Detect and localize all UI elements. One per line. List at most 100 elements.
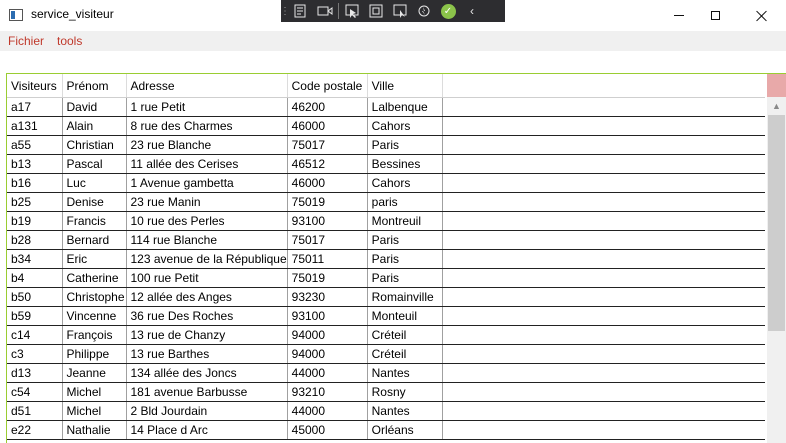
column-header-code-postale[interactable]: Code postale [287, 74, 368, 98]
adresse-cell[interactable]: 100 rue Petit [126, 268, 288, 288]
table-row[interactable]: d13 Jeanne 134 allée des Joncs 44000 Nantes [7, 363, 766, 383]
column-header-adresse[interactable]: Adresse [126, 74, 288, 98]
prenom-cell[interactable]: Alain [62, 116, 127, 136]
prenom-cell[interactable]: Vincenne [62, 306, 127, 326]
prenom-cell[interactable]: Christophe [62, 287, 127, 307]
prenom-cell[interactable]: François [62, 325, 127, 345]
table-row[interactable]: b34 Eric 123 avenue de la République 75011 P… [7, 249, 766, 269]
live-visual-tree-icon[interactable] [289, 0, 313, 22]
prenom-cell[interactable]: Luc [62, 173, 127, 193]
table-row[interactable]: b59 Vincenne 36 rue Des Roches 93100 Monteui… [7, 306, 766, 326]
prenom-cell[interactable]: Michel [62, 382, 127, 402]
code-postale-cell[interactable]: 93100 [287, 211, 368, 231]
visiteur-cell[interactable]: a17 [7, 97, 63, 117]
adresse-cell[interactable]: 114 rue Blanche [126, 230, 288, 250]
ville-cell[interactable]: Paris [367, 135, 443, 155]
adresse-cell[interactable]: 123 avenue de la République [126, 249, 288, 269]
table-row[interactable]: c14 François 13 rue de Chanzy 94000 Créteil [7, 325, 766, 345]
adresse-cell[interactable]: 11 allée des Cerises [126, 154, 288, 174]
table-row[interactable]: b4 Catherine 100 rue Petit 75019 Paris [7, 268, 766, 288]
select-element-icon[interactable] [340, 0, 364, 22]
code-postale-cell[interactable]: 93210 [287, 382, 368, 402]
visiteur-cell[interactable]: b28 [7, 230, 63, 250]
code-postale-cell[interactable]: 44000 [287, 363, 368, 383]
prenom-cell[interactable]: Pascal [62, 154, 127, 174]
display-adorners-icon[interactable] [364, 0, 388, 22]
prenom-cell[interactable]: Denise [62, 192, 127, 212]
code-postale-cell[interactable]: 75011 [287, 249, 368, 269]
prenom-cell[interactable]: David [62, 97, 127, 117]
ville-cell[interactable]: Paris [367, 230, 443, 250]
ville-cell[interactable]: Nantes [367, 401, 443, 421]
visitors-data-grid[interactable]: Visiteurs Prénom Adresse Code postale Vi… [6, 73, 786, 443]
adresse-cell[interactable]: 13 rue Barthes [126, 344, 288, 364]
visiteur-cell[interactable]: b59 [7, 306, 63, 326]
adresse-cell[interactable]: 2 Bld Jourdain [126, 401, 288, 421]
table-row[interactable]: b13 Pascal 11 allée des Cerises 46512 Bessin… [7, 154, 766, 174]
visiteur-cell[interactable]: b34 [7, 249, 63, 269]
ville-cell[interactable]: Cahors [367, 173, 443, 193]
table-row[interactable]: c3 Philippe 13 rue Barthes 94000 Créteil [7, 344, 766, 364]
table-row[interactable]: a55 Christian 23 rue Blanche 75017 Paris [7, 135, 766, 155]
prenom-cell[interactable]: Nathalie [62, 420, 127, 440]
ville-cell[interactable]: Cahors [367, 116, 443, 136]
vertical-scrollbar[interactable]: ▲ [767, 74, 786, 443]
code-postale-cell[interactable]: 46200 [287, 97, 368, 117]
track-focus-icon[interactable] [388, 0, 412, 22]
ville-cell[interactable]: Orléans [367, 420, 443, 440]
adresse-cell[interactable]: 134 allée des Joncs [126, 363, 288, 383]
prenom-cell[interactable]: Philippe [62, 344, 127, 364]
visiteur-cell[interactable]: b50 [7, 287, 63, 307]
video-icon[interactable] [313, 0, 337, 22]
code-postale-cell[interactable]: 75019 [287, 268, 368, 288]
adresse-cell[interactable]: 8 rue des Charmes [126, 116, 288, 136]
adresse-cell[interactable]: 36 rue Des Roches [126, 306, 288, 326]
scrollbar-thumb[interactable] [768, 115, 785, 331]
table-row[interactable]: a17 David 1 rue Petit 46200 Lalbenque [7, 97, 766, 117]
adresse-cell[interactable]: 23 rue Blanche [126, 135, 288, 155]
menu-tools[interactable]: tools [57, 34, 82, 48]
code-postale-cell[interactable]: 46000 [287, 116, 368, 136]
ville-cell[interactable]: Nantes [367, 363, 443, 383]
code-postale-cell[interactable]: 75017 [287, 230, 368, 250]
code-postale-cell[interactable]: 45000 [287, 420, 368, 440]
visiteur-cell[interactable]: e22 [7, 420, 63, 440]
scroll-up-icon[interactable]: ▲ [767, 97, 786, 114]
prenom-cell[interactable]: Michel [62, 401, 127, 421]
code-postale-cell[interactable]: 46512 [287, 154, 368, 174]
ville-cell[interactable]: Bessines [367, 154, 443, 174]
table-row[interactable]: d51 Michel 2 Bld Jourdain 44000 Nantes [7, 401, 766, 421]
table-row[interactable]: b28 Bernard 114 rue Blanche 75017 Paris [7, 230, 766, 250]
table-row[interactable]: b16 Luc 1 Avenue gambetta 46000 Cahors [7, 173, 766, 193]
visiteur-cell[interactable]: b4 [7, 268, 63, 288]
adresse-cell[interactable]: 10 rue des Perles [126, 211, 288, 231]
table-row[interactable]: e22 Nathalie 14 Place d Arc 45000 Orléans [7, 420, 766, 440]
ville-cell[interactable]: Paris [367, 268, 443, 288]
column-header-prenom[interactable]: Prénom [62, 74, 127, 98]
code-postale-cell[interactable]: 93100 [287, 306, 368, 326]
visiteur-cell[interactable]: a55 [7, 135, 63, 155]
code-postale-cell[interactable]: 94000 [287, 344, 368, 364]
visiteur-cell[interactable]: c54 [7, 382, 63, 402]
adresse-cell[interactable]: 14 Place d Arc [126, 420, 288, 440]
visiteur-cell[interactable]: b19 [7, 211, 63, 231]
prenom-cell[interactable]: Catherine [62, 268, 127, 288]
code-postale-cell[interactable]: 46000 [287, 173, 368, 193]
ville-cell[interactable]: Créteil [367, 325, 443, 345]
ville-cell[interactable]: Montreuil [367, 211, 443, 231]
visiteur-cell[interactable]: b25 [7, 192, 63, 212]
close-button[interactable] [739, 0, 785, 31]
visiteur-cell[interactable]: b16 [7, 173, 63, 193]
visiteur-cell[interactable]: d13 [7, 363, 63, 383]
grip-icon[interactable]: ⋮ [280, 0, 290, 22]
adresse-cell[interactable]: 1 Avenue gambetta [126, 173, 288, 193]
adresse-cell[interactable]: 23 rue Manin [126, 192, 288, 212]
ville-cell[interactable]: Monteuil [367, 306, 443, 326]
ville-cell[interactable]: Créteil [367, 344, 443, 364]
prenom-cell[interactable]: Francis [62, 211, 127, 231]
prenom-cell[interactable]: Jeanne [62, 363, 127, 383]
visiteur-cell[interactable]: c14 [7, 325, 63, 345]
ville-cell[interactable]: Rosny [367, 382, 443, 402]
ville-cell[interactable]: Lalbenque [367, 97, 443, 117]
adresse-cell[interactable]: 181 avenue Barbusse [126, 382, 288, 402]
